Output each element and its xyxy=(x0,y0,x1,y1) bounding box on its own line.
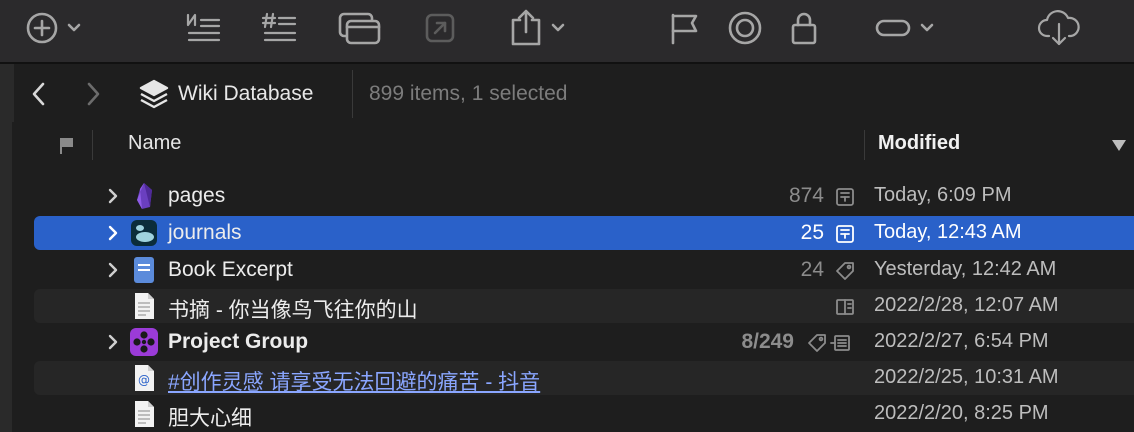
toolbar xyxy=(0,0,1134,62)
hashtag-list-button[interactable] xyxy=(260,8,300,48)
row-modified-date: 2022/2/20, 8:25 PM xyxy=(874,402,1049,424)
table-row-selected[interactable]: journals 25 Today, 12:43 AM xyxy=(34,216,1134,250)
table-row[interactable]: 书摘 - 你当像鸟飞往你的山 2022/2/28, 12:07 AM xyxy=(34,289,1134,323)
chevron-right-icon xyxy=(108,334,118,350)
chevron-right-icon xyxy=(108,225,118,241)
column-divider xyxy=(92,130,93,160)
back-button[interactable] xyxy=(24,78,54,110)
sort-descending-icon[interactable] xyxy=(1112,140,1126,151)
target-icon xyxy=(728,11,762,45)
path-bar: Wiki Database 899 items, 1 selected xyxy=(0,62,1134,124)
row-modified-date: 2022/2/27, 6:54 PM xyxy=(874,330,1049,352)
hashtag-list-icon xyxy=(261,12,297,42)
disclosure-triangle[interactable] xyxy=(106,334,120,350)
chevron-down-icon xyxy=(551,23,565,32)
svg-text:@: @ xyxy=(138,373,150,387)
column-header: Name Modified xyxy=(12,122,1134,170)
database-title[interactable]: Wiki Database xyxy=(138,78,313,110)
share-button[interactable] xyxy=(502,8,572,48)
path-separator xyxy=(352,70,353,118)
table-row[interactable]: 胆大心细 2022/2/20, 8:25 PM xyxy=(34,397,1134,431)
open-external-button[interactable] xyxy=(422,8,458,48)
blue-document-icon xyxy=(134,257,154,283)
cloud-sync-button[interactable] xyxy=(1036,8,1082,48)
name-column-header[interactable]: Name xyxy=(128,132,181,155)
open-external-icon xyxy=(425,13,455,43)
chevron-right-icon xyxy=(87,82,100,106)
flag-icon xyxy=(671,13,698,45)
table-row[interactable]: pages 874 Today, 6:09 PM xyxy=(34,179,1134,213)
split-view-icon xyxy=(834,297,856,317)
text-document-icon xyxy=(135,401,154,427)
obsidian-gem-icon xyxy=(137,183,152,209)
share-icon xyxy=(511,9,541,46)
tag-list-icon xyxy=(806,333,856,353)
row-count: 24 xyxy=(800,258,824,281)
document-stack-icon xyxy=(834,187,856,207)
row-modified-date: 2022/2/25, 10:31 AM xyxy=(874,366,1059,388)
table-row[interactable]: Project Group 8/249 2022/2/27, 6:54 PM xyxy=(34,325,1134,359)
logseq-icon xyxy=(131,220,157,246)
windows-button[interactable] xyxy=(336,8,384,48)
item-count-status: 899 items, 1 selected xyxy=(369,82,568,105)
numbered-list-icon xyxy=(186,13,221,42)
tag-icon xyxy=(834,261,856,281)
row-name: journals xyxy=(168,221,242,244)
sidebar-edge xyxy=(0,64,14,124)
text-document-icon xyxy=(135,293,154,319)
row-name: Project Group xyxy=(168,330,309,353)
row-modified-date: Today, 12:43 AM xyxy=(874,221,1022,243)
column-divider xyxy=(864,130,865,160)
modified-column-header[interactable]: Modified xyxy=(878,132,960,155)
add-button[interactable] xyxy=(18,8,88,48)
stacked-windows-icon xyxy=(338,12,381,45)
database-name: Wiki Database xyxy=(178,82,314,105)
row-count: 874 xyxy=(788,184,824,207)
row-count: 25 xyxy=(800,221,824,244)
disclosure-triangle[interactable] xyxy=(106,188,120,204)
sidebar-edge xyxy=(0,122,12,432)
row-modified-date: 2022/2/28, 12:07 AM xyxy=(874,294,1059,316)
forward-button[interactable] xyxy=(78,78,108,110)
chevron-right-icon xyxy=(108,262,118,278)
plus-circle-icon xyxy=(26,12,58,44)
disclosure-triangle[interactable] xyxy=(106,262,120,278)
table-row[interactable]: @ #创作灵感 请享受无法回避的痛苦 - 抖音 2022/2/25, 10:31… xyxy=(34,361,1134,395)
disclosure-triangle[interactable] xyxy=(106,225,120,241)
row-count: 8/249 xyxy=(741,330,794,353)
lock-button[interactable] xyxy=(788,8,820,48)
lock-icon xyxy=(791,12,817,45)
flag-column-icon[interactable] xyxy=(58,136,76,156)
capsule-icon xyxy=(875,19,911,37)
chevron-down-icon xyxy=(920,23,934,32)
table-row[interactable]: Book Excerpt 24 Yesterday, 12:42 AM xyxy=(34,253,1134,287)
chevron-right-icon xyxy=(108,188,118,204)
row-name: pages xyxy=(168,184,226,207)
row-name-link[interactable]: #创作灵感 请享受无法回避的痛苦 - 抖音 xyxy=(168,366,540,396)
web-link-document-icon: @ xyxy=(135,365,154,391)
purple-group-icon xyxy=(130,328,158,356)
chevron-down-icon xyxy=(67,23,81,32)
flag-button[interactable] xyxy=(666,8,702,48)
document-stack-icon xyxy=(834,224,856,244)
row-name: 书摘 - 你当像鸟飞往你的山 xyxy=(168,299,418,322)
row-modified-date: Yesterday, 12:42 AM xyxy=(874,258,1057,280)
target-button[interactable] xyxy=(726,8,764,48)
capsule-button[interactable] xyxy=(868,8,940,48)
item-list: Name Modified pages 874 Today, 6:09 PM j… xyxy=(0,122,1134,432)
chevron-left-icon xyxy=(32,82,45,106)
cloud-sync-icon xyxy=(1037,10,1080,46)
numbered-list-button[interactable] xyxy=(184,8,224,48)
row-name: Book Excerpt xyxy=(168,258,293,281)
row-modified-date: Today, 6:09 PM xyxy=(874,184,1012,206)
row-name: 胆大心细 xyxy=(168,407,252,430)
layers-icon xyxy=(139,79,169,109)
